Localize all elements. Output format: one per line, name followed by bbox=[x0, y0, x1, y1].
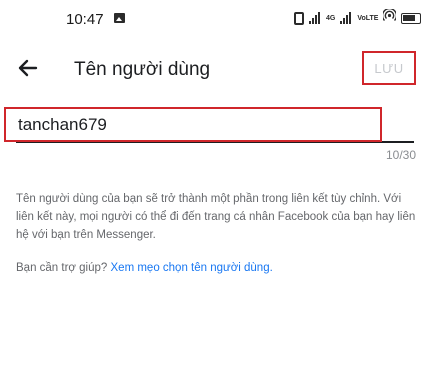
network-label: 4G bbox=[326, 14, 336, 22]
status-time: 10:47 bbox=[66, 11, 104, 28]
username-tips-link[interactable]: Xem mẹo chọn tên người dùng. bbox=[111, 262, 273, 274]
header: Tên người dùng LƯU bbox=[0, 44, 432, 96]
username-field bbox=[0, 103, 432, 153]
help-line: Bạn cần trợ giúp? Xem mẹo chọn tên người… bbox=[16, 260, 416, 276]
signal-icon-2 bbox=[340, 12, 352, 24]
status-bar: 10:47 4G VoLTE bbox=[0, 0, 432, 38]
signal-icon bbox=[309, 12, 321, 24]
save-button[interactable]: LƯU bbox=[362, 51, 416, 85]
volte-label: VoLTE bbox=[357, 14, 379, 22]
status-icons: 4G VoLTE bbox=[294, 7, 422, 27]
page-title: Tên người dùng bbox=[74, 59, 211, 80]
character-counter: 10/30 bbox=[385, 148, 416, 162]
arrow-left-icon bbox=[18, 59, 38, 77]
help-prompt: Bạn cần trợ giúp? bbox=[16, 262, 111, 274]
username-input[interactable] bbox=[4, 107, 382, 142]
hotspot-icon bbox=[382, 7, 398, 27]
battery-icon bbox=[401, 12, 422, 24]
vibrate-icon bbox=[294, 11, 304, 25]
image-icon bbox=[114, 13, 125, 23]
username-description: Tên người dùng của bạn sẽ trở thành một … bbox=[16, 193, 416, 241]
back-button[interactable] bbox=[14, 54, 42, 82]
